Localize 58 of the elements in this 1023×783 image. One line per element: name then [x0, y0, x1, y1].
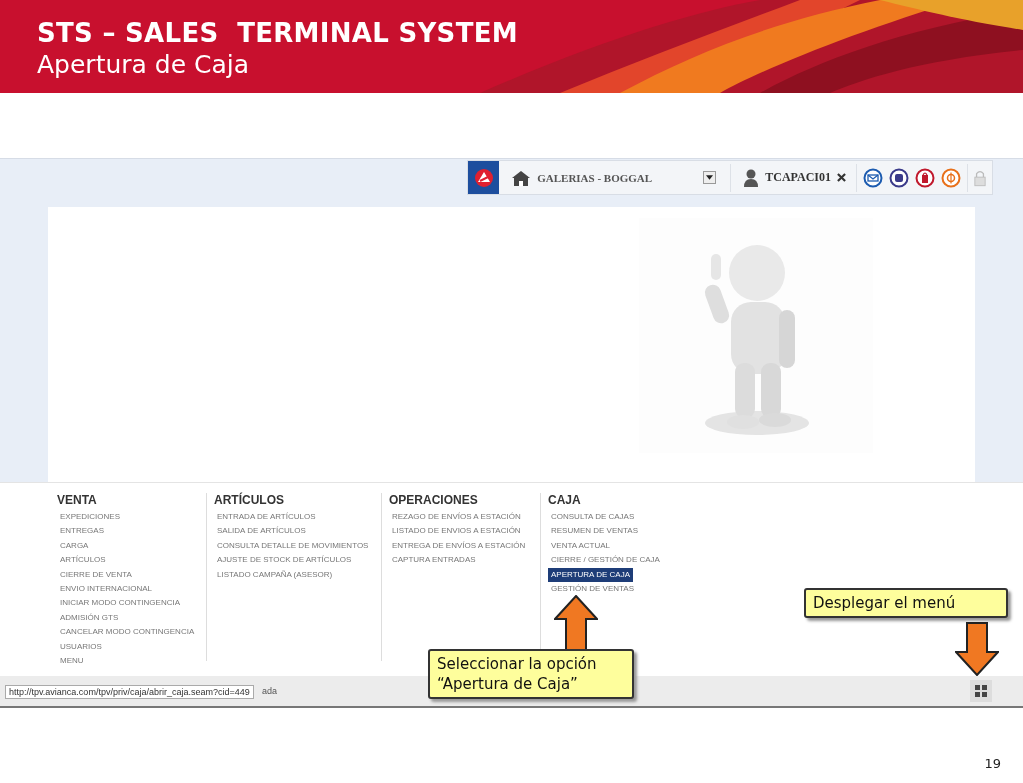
menu-item[interactable]: CARGA: [57, 538, 92, 554]
mail-icon: [863, 167, 883, 188]
mail-button[interactable]: [863, 167, 883, 188]
menu-item[interactable]: ENTREGAS: [57, 524, 107, 539]
menu-item[interactable]: LISTADO DE ENVIOS A ESTACIÓN: [389, 524, 524, 539]
slide-subtitle: Apertura de Caja: [37, 49, 250, 81]
store-dropdown[interactable]: [703, 171, 717, 184]
lock-icon: [974, 168, 986, 187]
callout-note: Seleccionar la opción “Apertura de Caja”: [428, 649, 634, 699]
menu-item[interactable]: CAPTURA ENTRADAS: [389, 553, 479, 568]
menu-item[interactable]: CIERRE / GESTIÓN DE CAJA: [548, 553, 663, 568]
menu-item[interactable]: EXPEDICIONES: [57, 510, 123, 525]
menu-item[interactable]: ENVIO INTERNACIONAL: [57, 582, 155, 597]
menu-button[interactable]: [970, 680, 992, 702]
menu-item[interactable]: GESTIÓN DE VENTAS: [548, 582, 637, 597]
coin-button[interactable]: [941, 167, 961, 188]
menu-item[interactable]: INICIAR MODO CONTINGENCIA: [57, 596, 183, 611]
menu-item[interactable]: USUARIOS: [57, 639, 105, 655]
menu-item[interactable]: CIERRE DE VENTA: [57, 567, 135, 583]
user-icon: [743, 168, 760, 187]
arrow-up: [554, 595, 598, 651]
message-icon: [889, 167, 909, 188]
menu-item[interactable]: ENTREGA DE ENVÍOS A ESTACIÓN: [389, 538, 529, 554]
menu-item[interactable]: ADMISIÓN GTS: [57, 610, 122, 626]
store-name: GALERIAS - BOGGAL: [537, 171, 654, 184]
menu-item[interactable]: ENTRADA DE ARTÍCULOS: [214, 510, 319, 525]
menu-heading: OPERACIONES: [389, 493, 479, 509]
status-text: ada: [262, 686, 278, 696]
bag-icon: [915, 167, 935, 188]
caret-icon: [706, 175, 714, 180]
menu-item[interactable]: VENTA ACTUAL: [548, 538, 613, 554]
slide-title: STS – SALES TERMINAL SYSTEM: [37, 17, 518, 49]
menu-item[interactable]: MENU: [57, 654, 87, 669]
menu-heading: VENTA: [57, 493, 98, 509]
user-name: TCAPACI01: [765, 170, 831, 185]
menu-item[interactable]: CONSULTA DE CAJAS: [548, 510, 638, 525]
close-icon: [837, 173, 846, 182]
menu-item[interactable]: LISTADO CAMPAÑA (ASESOR): [214, 567, 336, 583]
menu-item[interactable]: ARTÍCULOS: [57, 553, 109, 568]
callout-note: Desplegar el menú: [804, 588, 1008, 618]
menu-item[interactable]: RESUMEN DE VENTAS: [548, 524, 641, 539]
menu-heading: CAJA: [548, 493, 582, 509]
menu-item[interactable]: APERTURA DE CAJA: [548, 567, 633, 583]
menu-item[interactable]: REZAGO DE ENVÍOS A ESTACIÓN: [389, 510, 524, 525]
logout-button[interactable]: [837, 173, 846, 182]
page-number: 19: [984, 756, 1001, 771]
coin-icon: [941, 167, 961, 188]
menu-item[interactable]: SALIDA DE ARTÍCULOS: [214, 524, 309, 539]
menu-item[interactable]: CANCELAR MODO CONTINGENCIA: [57, 625, 198, 640]
bag-button[interactable]: [915, 167, 935, 188]
grid-icon: [975, 685, 987, 697]
house-icon: [511, 169, 532, 186]
link-tooltip: http://tpv.avianca.com/tpv/priv/caja/abrir_caja.seam?cid=449: [5, 685, 254, 699]
menu-item[interactable]: AJUSTE DE STOCK DE ARTÍCULOS: [214, 553, 355, 568]
menu-item[interactable]: CONSULTA DETALLE DE MOVIMIENTOS: [214, 538, 372, 554]
message-button[interactable]: [889, 167, 909, 188]
menu-heading: ARTÍCULOS: [214, 493, 285, 509]
arrow-down: [955, 622, 999, 676]
